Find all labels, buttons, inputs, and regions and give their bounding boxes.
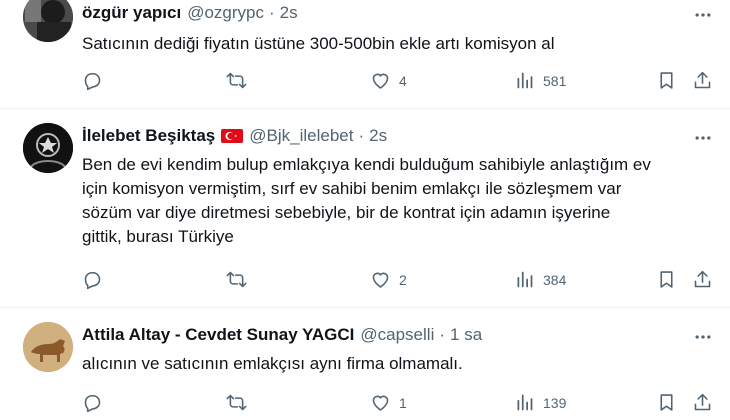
retweet-icon (226, 271, 247, 288)
view-count: 384 (543, 271, 567, 288)
avatar[interactable] (23, 123, 73, 173)
reply-button[interactable] (82, 392, 103, 413)
bookmark-icon (660, 271, 673, 288)
share-button[interactable] (692, 392, 713, 413)
share-button[interactable] (692, 269, 713, 290)
retweet-button[interactable] (226, 70, 247, 91)
tweet-header: İlelebet Beşiktaş @Bjk_ilelebet · 2s (82, 126, 387, 146)
text-line: sözüm var diye diretmesi sebebiyle, bir … (82, 203, 611, 222)
share-button[interactable] (692, 70, 713, 91)
action-bar: 2 384 (82, 269, 712, 293)
heart-icon (372, 272, 389, 288)
heart-icon (372, 73, 389, 89)
reply-icon (84, 72, 101, 91)
views-icon (517, 394, 533, 411)
reply-button[interactable] (82, 269, 103, 290)
text-line: gittik, burası Türkiye (82, 227, 234, 246)
like-count: 4 (399, 72, 407, 89)
tweet-header: Attila Altay - Cevdet Sunay YAGCI @capse… (82, 325, 482, 345)
separator-dot: · (439, 325, 446, 344)
view-count: 581 (543, 72, 567, 89)
tweet-text: Satıcının dediği fiyatın üstüne 300-500b… (82, 34, 555, 53)
action-bar: 4 581 (82, 70, 712, 94)
bookmark-icon (660, 394, 673, 411)
like-button[interactable]: 4 (370, 70, 407, 91)
views-icon (517, 72, 533, 89)
share-icon (694, 270, 711, 288)
text-line: için komisyon vermiştim, sırf ev sahibi … (82, 179, 622, 198)
display-name[interactable]: özgür yapıcı (82, 3, 181, 23)
tweet-header: özgür yapıcı @ozgrypc · 2s (82, 3, 298, 23)
display-name[interactable]: Attila Altay - Cevdet Sunay YAGCI (82, 325, 354, 345)
retweet-icon (226, 394, 247, 411)
user-handle[interactable]: @Bjk_ilelebet (249, 126, 353, 146)
retweet-icon (226, 72, 247, 89)
more-icon[interactable] (692, 4, 714, 26)
separator-dot: · (358, 126, 365, 145)
turkey-flag-icon (221, 129, 244, 143)
tweet-2[interactable]: İlelebet Beşiktaş @Bjk_ilelebet · 2s Ben… (0, 109, 730, 309)
tweet-1[interactable]: özgür yapıcı @ozgrypc · 2s Satıcının ded… (0, 0, 730, 110)
avatar[interactable] (23, 322, 73, 372)
like-button[interactable]: 2 (370, 269, 407, 290)
like-count: 1 (399, 394, 407, 411)
timestamp[interactable]: 2s (280, 3, 298, 23)
views-button[interactable]: 139 (514, 392, 566, 413)
bookmark-button[interactable] (656, 269, 677, 290)
timestamp[interactable]: 2s (369, 126, 387, 146)
reply-icon (84, 271, 101, 290)
avatar[interactable] (23, 0, 73, 42)
tweet-3[interactable]: Attila Altay - Cevdet Sunay YAGCI @capse… (0, 308, 730, 420)
separator-dot: · (268, 3, 275, 22)
user-handle[interactable]: @ozgrypc (187, 3, 264, 23)
retweet-button[interactable] (226, 392, 247, 413)
bookmark-button[interactable] (656, 392, 677, 413)
view-count: 139 (543, 394, 567, 411)
timestamp[interactable]: 1 sa (450, 325, 482, 345)
retweet-button[interactable] (226, 269, 247, 290)
like-button[interactable]: 1 (370, 392, 407, 413)
reply-icon (84, 394, 101, 413)
more-icon[interactable] (692, 326, 714, 348)
views-button[interactable]: 581 (514, 70, 566, 91)
share-icon (694, 71, 711, 89)
tweet-text: alıcının ve satıcının emlakçısı aynı fir… (82, 354, 463, 373)
reply-button[interactable] (82, 70, 103, 91)
bookmark-button[interactable] (656, 70, 677, 91)
share-icon (694, 393, 711, 411)
bookmark-icon (660, 72, 673, 89)
tweet-text: Ben de evi kendim bulup emlakçıya kendi … (82, 153, 702, 249)
user-handle[interactable]: @capselli (360, 325, 434, 345)
like-count: 2 (399, 271, 407, 288)
text-line: Ben de evi kendim bulup emlakçıya kendi … (82, 155, 651, 174)
more-icon[interactable] (692, 127, 714, 149)
views-icon (517, 271, 533, 288)
views-button[interactable]: 384 (514, 269, 566, 290)
heart-icon (372, 395, 389, 411)
display-name[interactable]: İlelebet Beşiktaş (82, 126, 215, 146)
action-bar: 1 139 (82, 392, 712, 416)
